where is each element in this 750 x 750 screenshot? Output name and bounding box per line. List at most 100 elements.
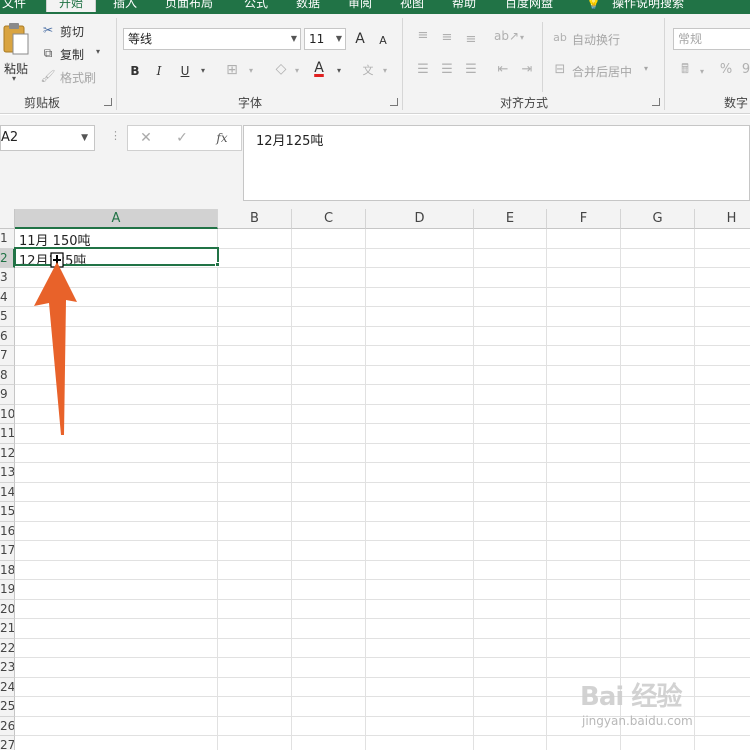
insert-function-icon[interactable]: fx xyxy=(212,130,232,146)
tab-data[interactable]: 数据 xyxy=(296,0,320,12)
decrease-indent-icon[interactable]: ⇤ xyxy=(494,62,512,78)
tell-me-search[interactable]: 操作说明搜索 xyxy=(612,0,684,12)
phonetic-guide-icon[interactable]: 文 xyxy=(360,63,376,79)
row-header[interactable]: 13 xyxy=(0,463,15,483)
row-header[interactable]: 6 xyxy=(0,326,15,346)
paste-button[interactable]: 粘贴 ▾ xyxy=(2,20,32,84)
chevron-down-icon[interactable]: ▾ xyxy=(334,63,344,79)
number-format-combo[interactable]: 常规 xyxy=(673,28,750,50)
tab-baidu-netdisk[interactable]: 百度网盘 xyxy=(505,0,553,12)
fill-handle[interactable] xyxy=(215,262,220,267)
row-header[interactable]: 25 xyxy=(0,697,15,717)
comma-style-icon[interactable]: 9 xyxy=(740,62,750,78)
increase-indent-icon[interactable]: ⇥ xyxy=(518,62,536,78)
copy-icon: ⧉ xyxy=(43,46,53,60)
chevron-down-icon[interactable]: ▾ xyxy=(246,63,256,79)
grid-row-line xyxy=(15,598,750,600)
name-box[interactable]: A2 ▼ xyxy=(0,125,95,151)
font-color-icon[interactable]: A xyxy=(311,60,327,76)
divider xyxy=(402,18,403,110)
row-header[interactable]: 10 xyxy=(0,404,15,424)
chevron-down-icon[interactable]: ▾ xyxy=(697,64,707,80)
dialog-launcher-icon[interactable] xyxy=(390,98,398,106)
row-header[interactable]: 11 xyxy=(0,424,15,444)
row-header[interactable]: 17 xyxy=(0,541,15,561)
row-header[interactable]: 18 xyxy=(0,560,15,580)
column-header-h[interactable]: H xyxy=(695,209,750,229)
column-header-a[interactable]: A xyxy=(15,209,218,229)
row-header[interactable]: 26 xyxy=(0,716,15,736)
row-header[interactable]: 7 xyxy=(0,346,15,366)
row-header[interactable]: 3 xyxy=(0,268,15,288)
align-center-icon[interactable]: ☰ xyxy=(438,62,456,78)
column-header-e[interactable]: E xyxy=(474,209,547,229)
tab-help[interactable]: 帮助 xyxy=(452,0,476,12)
row-header[interactable]: 4 xyxy=(0,287,15,307)
row-header[interactable]: 14 xyxy=(0,482,15,502)
italic-button[interactable]: I xyxy=(152,63,166,79)
row-header[interactable]: 20 xyxy=(0,599,15,619)
chevron-down-icon[interactable]: ▾ xyxy=(380,63,390,79)
cut-button[interactable]: ✂ 剪切 xyxy=(40,22,100,40)
format-painter-button[interactable]: 🖌 格式刷 xyxy=(40,68,110,86)
cancel-icon[interactable]: ✕ xyxy=(138,130,154,146)
chevron-down-icon[interactable]: ▾ xyxy=(198,63,208,79)
row-header[interactable]: 24 xyxy=(0,677,15,697)
row-header[interactable]: 5 xyxy=(0,307,15,327)
align-left-icon[interactable]: ☰ xyxy=(414,62,432,78)
bold-button[interactable]: B xyxy=(128,63,142,79)
watermark-main-text: Bai 经验 xyxy=(580,682,682,712)
row-header[interactable]: 16 xyxy=(0,521,15,541)
column-header-g[interactable]: G xyxy=(621,209,695,229)
font-size-combo[interactable]: 11 ▼ xyxy=(304,28,346,50)
tab-view[interactable]: 视图 xyxy=(400,0,424,12)
row-header[interactable]: 23 xyxy=(0,658,15,678)
row-header[interactable]: 8 xyxy=(0,365,15,385)
row-header[interactable]: 1 xyxy=(0,229,15,249)
borders-icon[interactable]: ⊞ xyxy=(224,62,240,78)
percent-style-icon[interactable]: % xyxy=(718,62,734,78)
tab-insert[interactable]: 插入 xyxy=(113,0,137,12)
align-top-icon[interactable]: ≡ xyxy=(414,28,432,44)
chevron-down-icon[interactable]: ▾ xyxy=(292,63,302,79)
row-header[interactable]: 21 xyxy=(0,619,15,639)
underline-button[interactable]: U xyxy=(178,63,192,79)
tab-review[interactable]: 审阅 xyxy=(348,0,372,12)
select-all-corner[interactable] xyxy=(0,209,15,229)
font-name-combo[interactable]: 等线 ▼ xyxy=(123,28,301,50)
row-header[interactable]: 2 xyxy=(0,248,15,268)
accounting-format-icon[interactable]: 🖩 xyxy=(676,62,694,78)
align-bottom-icon[interactable]: ≡ xyxy=(462,32,480,48)
formula-input[interactable]: 12月125吨 xyxy=(243,125,750,201)
fill-color-icon[interactable]: ◇ xyxy=(272,61,290,77)
tab-file[interactable]: 文件 xyxy=(2,0,26,12)
align-middle-icon[interactable]: ≡ xyxy=(438,30,456,46)
copy-button[interactable]: ⧉ 复制 ▾ xyxy=(40,45,110,63)
enter-check-icon[interactable]: ✓ xyxy=(174,130,190,146)
column-header-f[interactable]: F xyxy=(547,209,621,229)
column-header-b[interactable]: B xyxy=(218,209,292,229)
dialog-launcher-icon[interactable] xyxy=(652,98,660,106)
tab-page-layout[interactable]: 页面布局 xyxy=(165,0,213,12)
ribbon: 粘贴 ▾ ✂ 剪切 ⧉ 复制 ▾ 🖌 格式刷 剪贴板 等线 ▼ 11 ▼ A A… xyxy=(0,14,750,114)
tab-formulas[interactable]: 公式 xyxy=(244,0,268,12)
row-header[interactable]: 12 xyxy=(0,443,15,463)
row-header[interactable]: 15 xyxy=(0,502,15,522)
shrink-font-icon[interactable]: A xyxy=(376,33,390,49)
row-header[interactable]: 22 xyxy=(0,638,15,658)
tab-home[interactable]: 开始 xyxy=(46,0,97,12)
orientation-icon[interactable]: ab↗ xyxy=(494,28,519,44)
row-header[interactable]: 9 xyxy=(0,385,15,405)
grow-font-icon[interactable]: A xyxy=(352,31,368,47)
drag-handle-icon[interactable]: ⋮ xyxy=(110,129,121,142)
chevron-down-icon[interactable]: ▾ xyxy=(517,30,527,46)
grid-row-line xyxy=(15,345,750,346)
column-header-d[interactable]: D xyxy=(366,209,474,229)
dialog-launcher-icon[interactable] xyxy=(104,98,112,106)
row-header[interactable]: 19 xyxy=(0,580,15,600)
wrap-text-button[interactable]: ab 自动换行 xyxy=(552,30,642,48)
column-header-c[interactable]: C xyxy=(292,209,366,229)
row-header[interactable]: 27 xyxy=(0,736,15,750)
align-right-icon[interactable]: ☰ xyxy=(462,62,480,78)
merge-center-button[interactable]: ⊟ 合并后居中 ▾ xyxy=(552,62,656,80)
